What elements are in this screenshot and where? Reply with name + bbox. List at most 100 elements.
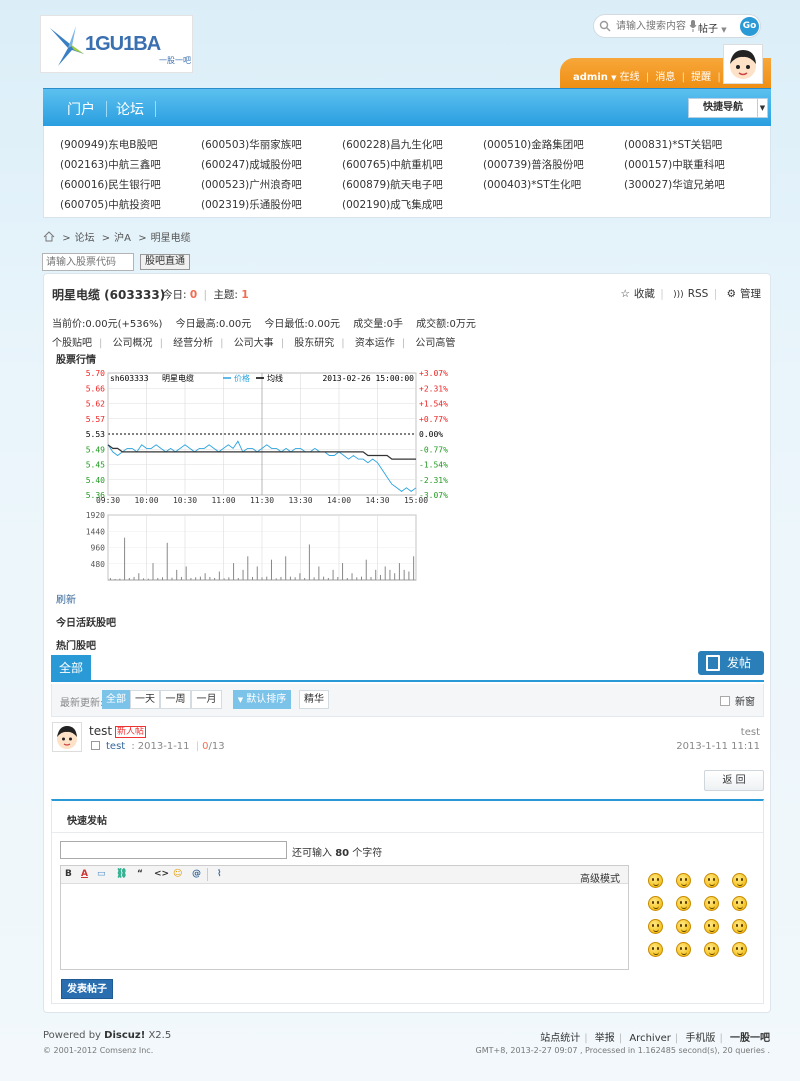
tab-stock-bar[interactable]: 个股贴吧 [52,338,92,349]
bar-link[interactable]: (600503)华丽家族吧 [201,137,342,152]
smiley-icon[interactable] [676,942,691,957]
bar-link[interactable]: (600016)民生银行吧 [60,177,201,192]
bar-link[interactable]: (900949)东电B股吧 [60,137,201,152]
stock-code-input[interactable] [42,253,134,271]
microphone-icon[interactable] [689,20,697,32]
footer-report-link[interactable]: 举报 [595,1033,615,1044]
sort-dropdown[interactable]: ▼ 默认排序 [233,690,291,709]
smiley-icon[interactable] [648,896,663,911]
breadcrumb-category[interactable]: 沪A [114,233,131,244]
search-input[interactable] [614,18,692,34]
bar-link[interactable]: (600705)中航投资吧 [60,197,201,212]
smiley-icon[interactable] [704,942,719,957]
smiley-icon[interactable]: ☺ [173,869,182,879]
favorite-icon[interactable]: ☆ [621,288,630,300]
bar-link[interactable]: (002319)乐通股份吧 [201,197,342,212]
tab-all-threads[interactable]: 全部 [51,655,91,682]
smiley-icon[interactable] [648,873,663,888]
quote-icon[interactable]: “ [137,869,143,879]
smiley-icon[interactable] [732,873,747,888]
filter-day[interactable]: 一天 [130,690,160,709]
bar-link[interactable]: (300027)华谊兄弟吧 [624,177,765,192]
bar-link[interactable]: (000831)*ST关铝吧 [624,137,765,152]
smiley-icon[interactable] [732,896,747,911]
bar-link[interactable]: (000510)金路集团吧 [483,137,624,152]
smiley-icon[interactable] [732,919,747,934]
bar-link[interactable]: (000739)普洛股份吧 [483,157,624,172]
smiley-icon[interactable] [704,896,719,911]
thread-checkbox[interactable] [91,741,100,750]
mention-icon[interactable]: @ [192,869,201,879]
footer-site-link[interactable]: 一股一吧 [730,1033,770,1044]
tab-company-events[interactable]: 公司大事 [234,338,274,349]
bar-link[interactable]: (600228)昌九生化吧 [342,137,483,152]
breadcrumb-current[interactable]: 明星电缆 [151,233,191,244]
new-window-toggle[interactable]: 新窗 [720,693,755,708]
post-subject-input[interactable] [60,841,287,859]
bar-link[interactable]: (600879)航天电子吧 [342,177,483,192]
smiley-icon[interactable] [704,873,719,888]
breadcrumb-forum[interactable]: 论坛 [75,233,95,244]
bar-link[interactable]: (600765)中航重机吧 [342,157,483,172]
bold-icon[interactable]: B [65,869,72,879]
search-scope-select[interactable]: 帖子 ▼ [698,20,727,35]
chevron-down-icon[interactable]: ▼ [758,98,768,118]
post-body-textarea[interactable] [61,885,628,969]
discuz-link[interactable]: Discuz! [104,1030,145,1041]
filter-digest[interactable]: 精华 [299,690,329,709]
manage-link[interactable]: 管理 [740,288,761,300]
tab-company-overview[interactable]: 公司概况 [113,338,153,349]
tab-shareholder-research[interactable]: 股东研究 [294,338,334,349]
attachment-icon[interactable]: ⌇ [217,869,221,879]
footer-archiver-link[interactable]: Archiver [629,1033,671,1044]
back-button[interactable]: 返 回 [704,770,764,791]
bar-link[interactable]: (600247)成城股份吧 [201,157,342,172]
code-icon[interactable]: <> [154,869,169,879]
smiley-icon[interactable] [704,919,719,934]
refresh-link[interactable]: 刷新 [56,591,76,606]
notifications-link[interactable]: 提醒 [691,72,711,83]
font-color-icon[interactable]: A [81,869,88,879]
nav-forum[interactable]: 论坛 [116,99,144,119]
caret-down-icon[interactable]: ▼ [611,74,616,82]
thread-author-avatar[interactable] [52,722,82,752]
filter-week[interactable]: 一周 [160,690,191,709]
gear-icon[interactable]: ⚙ [727,288,736,300]
smiley-icon[interactable] [732,942,747,957]
tab-business-analysis[interactable]: 经营分析 [173,338,213,349]
home-icon[interactable] [43,231,55,242]
thread-title-link[interactable]: test [89,724,112,738]
bar-link[interactable]: (000403)*ST生化吧 [483,177,624,192]
user-avatar[interactable] [723,44,763,84]
rss-icon[interactable]: ))) [673,290,684,300]
advanced-mode-link[interactable]: 高级模式 [580,870,620,885]
messages-link[interactable]: 消息 [655,72,675,83]
quick-nav-button[interactable]: 快捷导航 [688,98,758,118]
site-logo[interactable]: 1GU1BA 一股一吧 [40,15,193,73]
online-link[interactable]: 在线 [620,72,640,83]
thread-last-user[interactable]: test [741,727,760,738]
rss-link[interactable]: RSS [688,288,709,300]
bar-link[interactable]: (000523)广州浪奇吧 [201,177,342,192]
bar-link[interactable]: (002163)中航三鑫吧 [60,157,201,172]
thread-author-link[interactable]: test [106,741,125,752]
footer-stats-link[interactable]: 站点统计 [540,1033,580,1044]
username-link[interactable]: admin [573,72,608,83]
tab-executives[interactable]: 公司高管 [415,338,455,349]
search-go-button[interactable]: Go [740,17,759,36]
submit-post-button[interactable]: 发表帖子 [61,979,113,999]
new-window-checkbox[interactable] [720,696,730,706]
filter-all[interactable]: 全部 [102,690,130,709]
smiley-icon[interactable] [648,919,663,934]
bar-link[interactable]: (000157)中联重科吧 [624,157,765,172]
nav-portal[interactable]: 门户 [67,99,95,119]
footer-mobile-link[interactable]: 手机版 [685,1033,715,1044]
smiley-icon[interactable] [676,896,691,911]
smiley-icon[interactable] [676,919,691,934]
smiley-icon[interactable] [676,873,691,888]
link-icon[interactable]: ⛓ [116,869,127,879]
smiley-icon[interactable] [648,942,663,957]
stock-go-button[interactable]: 股吧直通 [140,254,190,270]
bar-link[interactable]: (002190)成飞集成吧 [342,197,483,212]
tab-capital-operations[interactable]: 资本运作 [355,338,395,349]
